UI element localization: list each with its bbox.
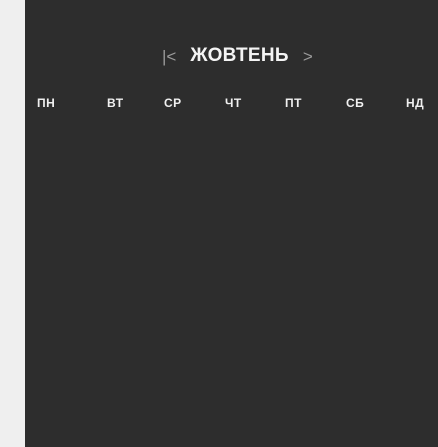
- month-title: ЖОВТЕНЬ: [190, 45, 289, 66]
- weekday-thursday: ЧТ: [225, 96, 242, 110]
- weekday-tuesday: ВТ: [107, 96, 124, 110]
- weekday-monday: ПН: [37, 96, 56, 110]
- calendar-panel: |< ЖОВТЕНЬ > ПН ВТ СР ЧТ ПТ СБ НД: [25, 0, 438, 447]
- chevron-left-icon[interactable]: |<: [162, 48, 176, 65]
- weekday-sunday: НД: [406, 96, 425, 110]
- weekday-wednesday: СР: [164, 96, 182, 110]
- weekday-friday: ПТ: [285, 96, 302, 110]
- chevron-right-icon[interactable]: >: [303, 48, 313, 65]
- month-navigation: |< ЖОВТЕНЬ >: [162, 42, 313, 70]
- weekday-saturday: СБ: [346, 96, 365, 110]
- weekday-header: ПН ВТ СР ЧТ ПТ СБ НД: [25, 96, 438, 118]
